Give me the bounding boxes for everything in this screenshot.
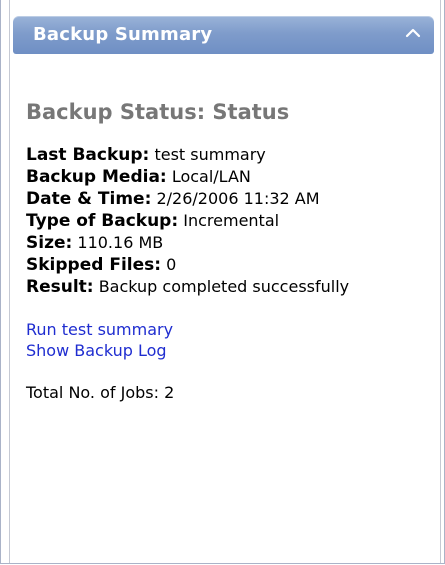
detail-last-backup: Last Backup: test summary [26, 144, 431, 166]
detail-backup-media: Backup Media: Local/LAN [26, 166, 431, 188]
detail-skipped-files: Skipped Files: 0 [26, 254, 431, 276]
detail-value: 0 [166, 255, 177, 274]
show-backup-log-link[interactable]: Show Backup Log [26, 340, 431, 361]
detail-label: Skipped Files: [26, 255, 162, 275]
detail-label: Result: [26, 277, 94, 297]
detail-label: Size: [26, 233, 73, 253]
action-links: Run test summary Show Backup Log [26, 319, 431, 361]
detail-value: Local/LAN [171, 167, 251, 186]
detail-value: Backup completed successfully [98, 277, 350, 296]
detail-value: 110.16 MB [77, 233, 164, 252]
detail-label: Backup Media: [26, 167, 167, 187]
total-jobs-text: Total No. of Jobs: 2 [26, 383, 175, 402]
detail-date-time: Date & Time: 2/26/2006 11:32 AM [26, 188, 431, 210]
detail-backup-type: Type of Backup: Incremental [26, 210, 431, 232]
backup-status-heading: Backup Status: Status [26, 100, 290, 124]
detail-value: 2/26/2006 11:32 AM [156, 189, 320, 208]
detail-label: Type of Backup: [26, 211, 179, 231]
detail-label: Date & Time: [26, 189, 152, 209]
detail-value: Incremental [183, 211, 280, 230]
detail-label: Last Backup: [26, 145, 150, 165]
detail-value: test summary [154, 145, 266, 164]
backup-summary-window: Backup Summary Backup Status: Status Las… [0, 0, 445, 564]
detail-size: Size: 110.16 MB [26, 232, 431, 254]
summary-content: Backup Status: Status Last Backup: test … [26, 100, 431, 403]
chevron-up-icon[interactable] [404, 26, 422, 40]
panel-title: Backup Summary [33, 24, 213, 45]
panel-header[interactable]: Backup Summary [13, 16, 434, 54]
detail-result: Result: Backup completed successfully [26, 276, 431, 298]
run-test-summary-link[interactable]: Run test summary [26, 319, 431, 340]
